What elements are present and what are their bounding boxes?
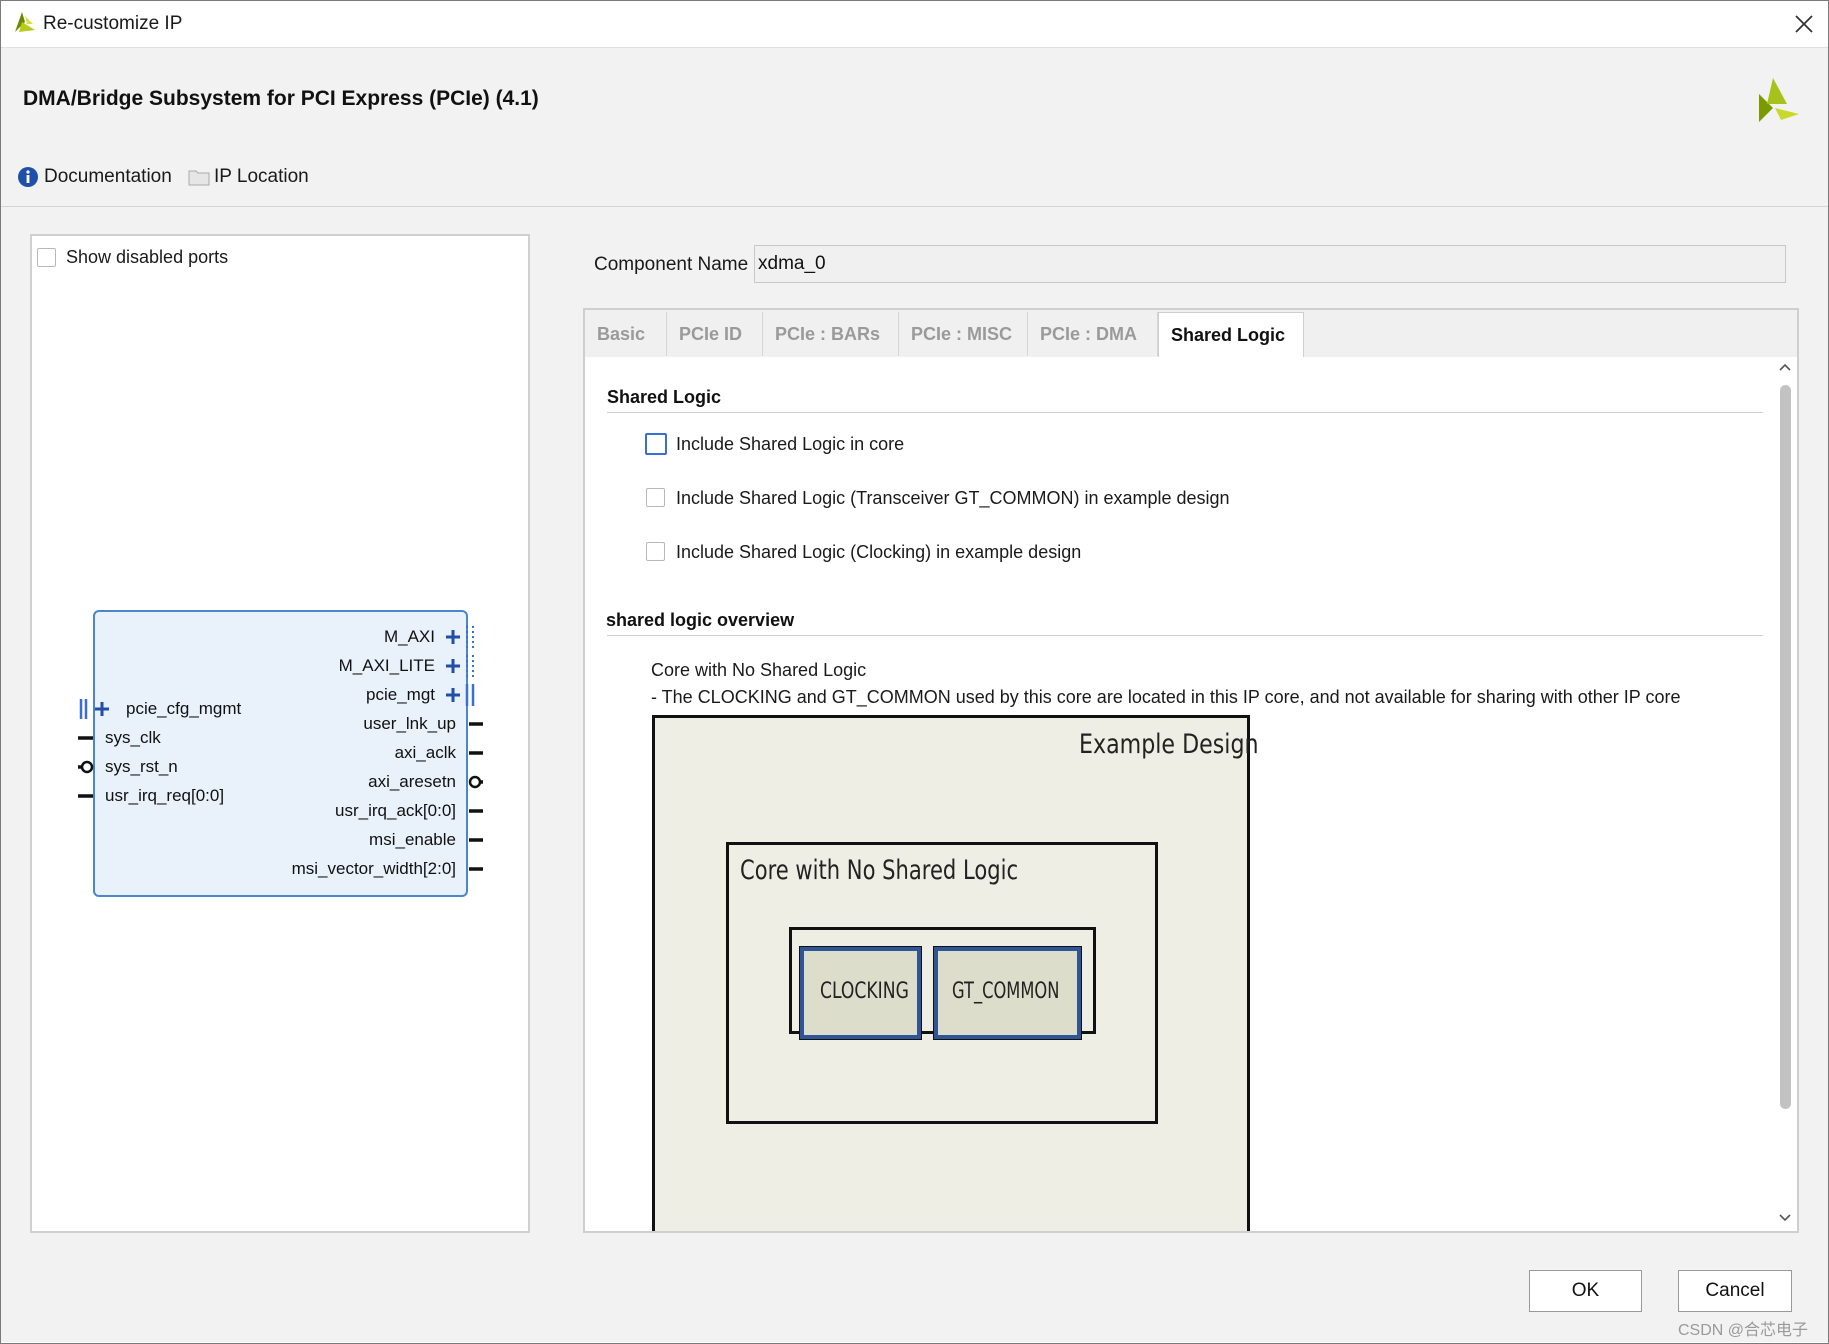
window-border [0,0,1829,1344]
